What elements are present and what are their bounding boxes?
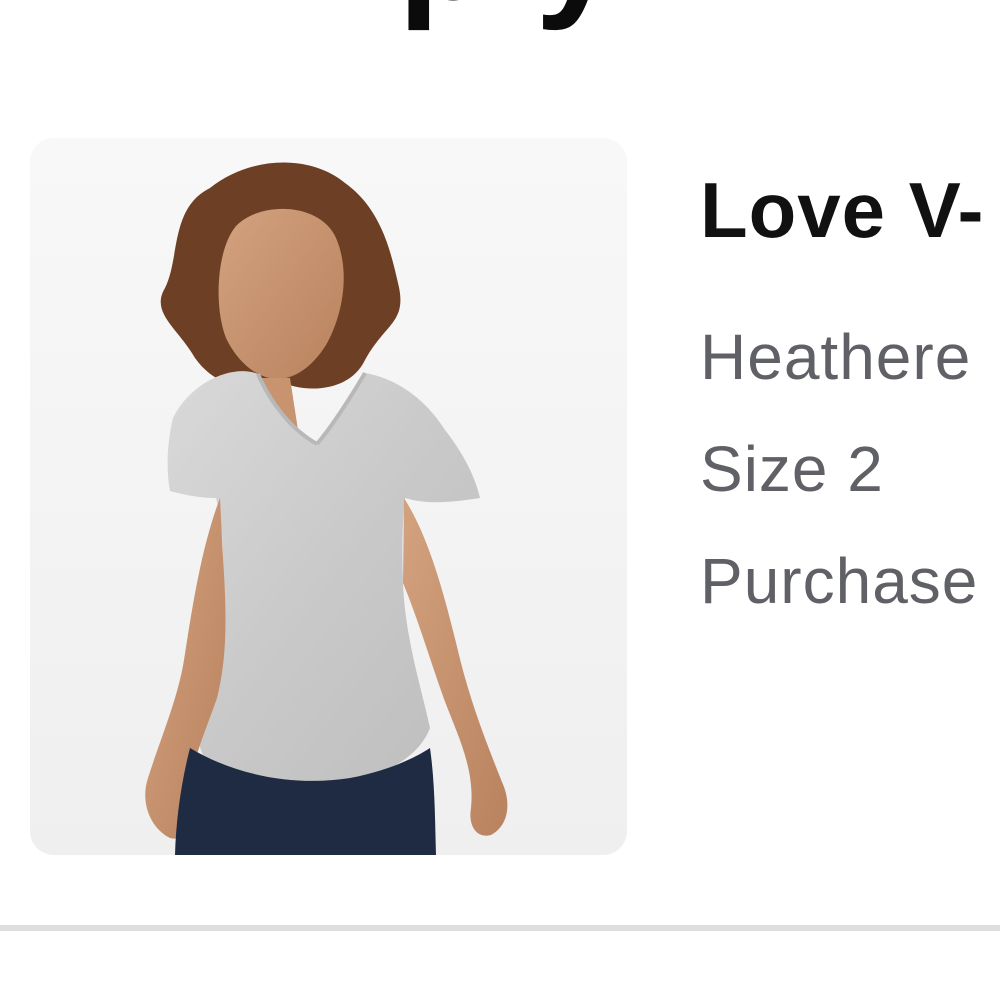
product-color: Heathere bbox=[700, 321, 972, 393]
product-photo bbox=[30, 138, 627, 855]
section-divider bbox=[0, 925, 1000, 931]
product-details: Love V- Heathere Size 2 Purchase bbox=[700, 165, 1000, 659]
product-name: Love V- bbox=[700, 166, 985, 254]
purchase-info: Purchase bbox=[700, 545, 979, 617]
product-meta: Heathere Size 2 Purchase bbox=[700, 323, 1000, 659]
product-size: Size 2 bbox=[700, 433, 884, 505]
order-item-screen: p y bbox=[0, 0, 1000, 1000]
page-heading-fragment: p y bbox=[398, 0, 1000, 32]
product-image[interactable] bbox=[30, 138, 627, 855]
